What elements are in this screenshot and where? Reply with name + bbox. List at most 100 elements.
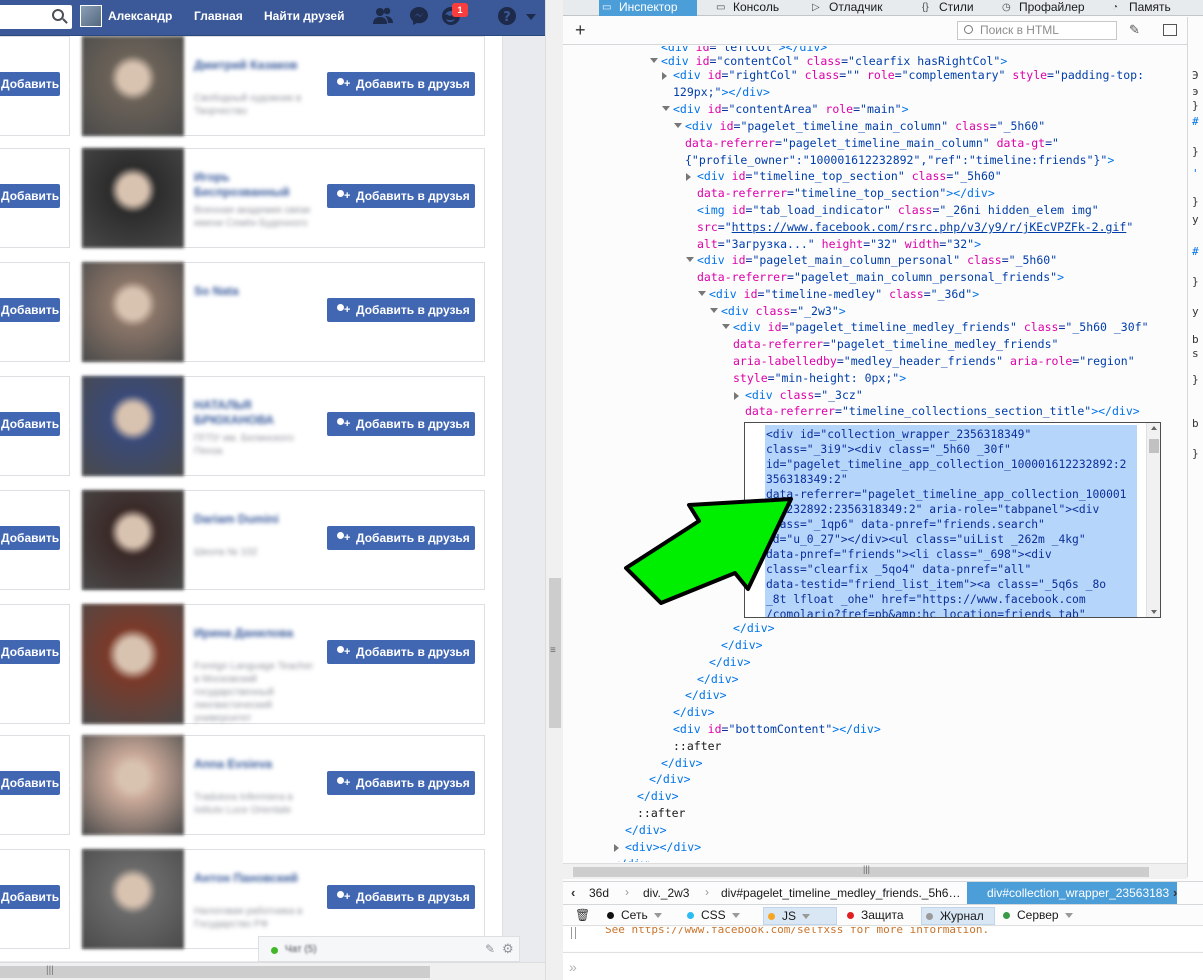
friend-requests-icon[interactable]	[372, 6, 394, 28]
markup-line[interactable]: {"profile_owner":"100001612232892","ref"…	[685, 152, 1114, 169]
trash-icon[interactable]: 🗑	[575, 908, 590, 922]
friend-photo[interactable]	[82, 604, 184, 724]
edit-box-scrollbar[interactable]	[1146, 423, 1160, 617]
markup-line[interactable]: <div id="rightCol" class="" role="comple…	[673, 67, 1144, 84]
expand-twisty-icon[interactable]	[674, 123, 682, 128]
markup-line[interactable]: </div>	[625, 822, 667, 839]
html-edit-box[interactable]: <div id="collection_wrapper_2356318349" c…	[744, 422, 1161, 618]
friend-name[interactable]: НАТАЛЬЯ БРЮХАНОВА	[194, 398, 314, 428]
markup-line[interactable]: </div>	[709, 654, 751, 671]
chevron-right-icon[interactable]: ›	[1173, 885, 1177, 900]
friend-photo[interactable]	[82, 490, 184, 590]
breadcrumb-item[interactable]: div._2w3	[643, 886, 689, 900]
add-friend-button[interactable]: Добавить в друзья	[0, 412, 115, 436]
chevron-down-icon[interactable]	[1064, 913, 1073, 919]
scrollbar-thumb[interactable]	[0, 966, 430, 978]
breadcrumb-item[interactable]: div#pagelet_timeline_medley_friends._5h6…	[721, 886, 960, 900]
gear-icon[interactable]: ⚙	[502, 941, 514, 957]
markup-line[interactable]: <div id="pagelet_timeline_main_column" c…	[685, 118, 1045, 135]
markup-line[interactable]: ::after	[637, 805, 685, 822]
markup-line[interactable]: <img id="tab_load_indicator" class="_26n…	[697, 202, 1099, 219]
find-friends-link[interactable]: Найти друзей	[264, 9, 344, 23]
expand-twisty-icon[interactable]	[710, 308, 718, 313]
markup-line[interactable]: data-referrer="pagelet_timeline_medley_f…	[733, 336, 1058, 353]
element-picker-icon[interactable]: ✎	[1129, 22, 1140, 38]
expand-twisty-icon[interactable]	[662, 106, 670, 111]
friend-photo[interactable]	[82, 376, 184, 476]
add-friend-button[interactable]: Добавить в друзья	[0, 526, 115, 550]
avatar[interactable]	[80, 5, 102, 27]
chat-sidebar-bar[interactable]: Чат (5) ✎ ⚙	[258, 936, 520, 962]
console-filter-0[interactable]: Сеть	[603, 907, 673, 925]
collapse-twisty-icon[interactable]	[662, 72, 667, 80]
add-friend-button[interactable]: Добавить в друзья	[327, 298, 475, 322]
markup-line[interactable]: ::after	[673, 738, 721, 755]
markup-line[interactable]: alt="Загрузка..." height="32" width="32"…	[697, 236, 981, 253]
friend-name[interactable]: Дмитрий Казаков	[194, 58, 314, 73]
markup-line[interactable]: </div>	[721, 637, 763, 654]
friend-name[interactable]: Игорь Беспрозванный	[194, 170, 314, 200]
arrow-down-icon[interactable]	[1151, 610, 1157, 614]
chevron-down-icon[interactable]	[653, 913, 662, 919]
breadcrumb-selected-item[interactable]: div#collection_wrapper_23563183	[967, 882, 1177, 904]
profile-link[interactable]: Александр	[108, 9, 172, 23]
collapse-twisty-icon[interactable]	[614, 844, 619, 852]
arrow-up-icon[interactable]	[1151, 426, 1157, 430]
markup-line[interactable]: data-referrer="timeline_collections_sect…	[745, 403, 1140, 420]
html-edit-text[interactable]: <div id="collection_wrapper_2356318349" c…	[766, 427, 1126, 617]
markup-line[interactable]: </div>	[733, 620, 775, 637]
console-filter-1[interactable]: CSS	[683, 907, 755, 925]
add-friend-button[interactable]: Добавить в друзья	[327, 771, 475, 795]
add-friend-button[interactable]: Добавить в друзья	[327, 526, 475, 550]
markup-line[interactable]: </div>	[637, 788, 679, 805]
add-friend-button[interactable]: Добавить в друзья	[0, 298, 115, 322]
chevron-down-icon[interactable]	[731, 913, 740, 919]
scrollbar-thumb[interactable]	[573, 867, 1149, 877]
console-filter-3[interactable]: Защита	[843, 907, 917, 936]
expand-twisty-icon[interactable]	[698, 291, 706, 296]
tab-inspector[interactable]: ▭ Инспектор	[599, 0, 697, 16]
markup-line[interactable]: <div class="_3cz"	[745, 387, 863, 404]
markup-line[interactable]: src="https://www.facebook.com/rsrc.php/v…	[697, 219, 1133, 236]
tab-memory[interactable]: ◔ Память	[1109, 0, 1203, 16]
markup-line[interactable]: data-referrer="pagelet_main_column_perso…	[697, 269, 1064, 286]
friend-name[interactable]: Антон Пановский	[194, 871, 314, 886]
markup-line[interactable]: data-referrer="pagelet_timeline_main_col…	[685, 135, 1059, 152]
chevron-down-icon[interactable]	[802, 914, 811, 920]
add-friend-button[interactable]: Добавить в друзья	[0, 184, 115, 208]
add-friend-button[interactable]: Добавить в друзья	[0, 885, 115, 909]
markup-horizontal-scrollbar[interactable]: |||	[563, 863, 1187, 879]
friend-name[interactable]: Anna Evsieva	[194, 757, 314, 772]
expand-twisty-icon[interactable]	[686, 257, 694, 262]
collapse-twisty-icon[interactable]	[734, 392, 739, 400]
console-filter-4[interactable]: Журнал	[921, 907, 995, 937]
markup-line[interactable]: <div id="pagelet_timeline_medley_friends…	[733, 319, 1149, 336]
markup-line[interactable]: <div id="bottomContent"></div>	[673, 721, 881, 738]
markup-line[interactable]: <div id="pagelet_main_column_personal" c…	[697, 252, 1057, 269]
markup-line[interactable]: </div>	[649, 771, 691, 788]
add-friend-button[interactable]: Добавить в друзья	[0, 771, 115, 795]
friend-name[interactable]: So Nata	[194, 284, 314, 299]
scrollbar-thumb[interactable]	[1149, 439, 1159, 453]
friend-name[interactable]: Ирина Данилова	[194, 626, 314, 641]
home-link[interactable]: Главная	[194, 9, 243, 23]
add-friend-button[interactable]: Добавить в друзья	[0, 72, 115, 96]
vertical-scrollbar[interactable]: ≡	[545, 0, 563, 980]
add-node-icon[interactable]: +	[575, 20, 586, 41]
console-filter-2[interactable]: JS	[763, 907, 837, 925]
markup-line[interactable]: </div>	[661, 755, 703, 772]
chevron-down-icon[interactable]	[526, 14, 536, 20]
add-friend-button[interactable]: Добавить в друзья	[327, 412, 475, 436]
markup-line[interactable]: <div id="timeline_top_section" class="_5…	[697, 168, 1002, 185]
friend-photo[interactable]	[82, 735, 184, 835]
tab-styles[interactable]: {} Стили	[919, 0, 989, 16]
markup-line[interactable]: style="min-height: 0px;">	[733, 370, 906, 387]
add-friend-button[interactable]: Добавить в друзья	[327, 72, 475, 96]
add-friend-button[interactable]: Добавить в друзья	[327, 184, 475, 208]
help-icon[interactable]: ?	[496, 6, 518, 28]
add-friend-button[interactable]: Добавить в друзья	[327, 885, 475, 909]
collapse-twisty-icon[interactable]	[686, 173, 691, 181]
html-search-input[interactable]: Поиск в HTML	[957, 21, 1117, 40]
markup-line[interactable]: </div>	[685, 687, 727, 704]
friend-photo[interactable]	[82, 36, 184, 136]
